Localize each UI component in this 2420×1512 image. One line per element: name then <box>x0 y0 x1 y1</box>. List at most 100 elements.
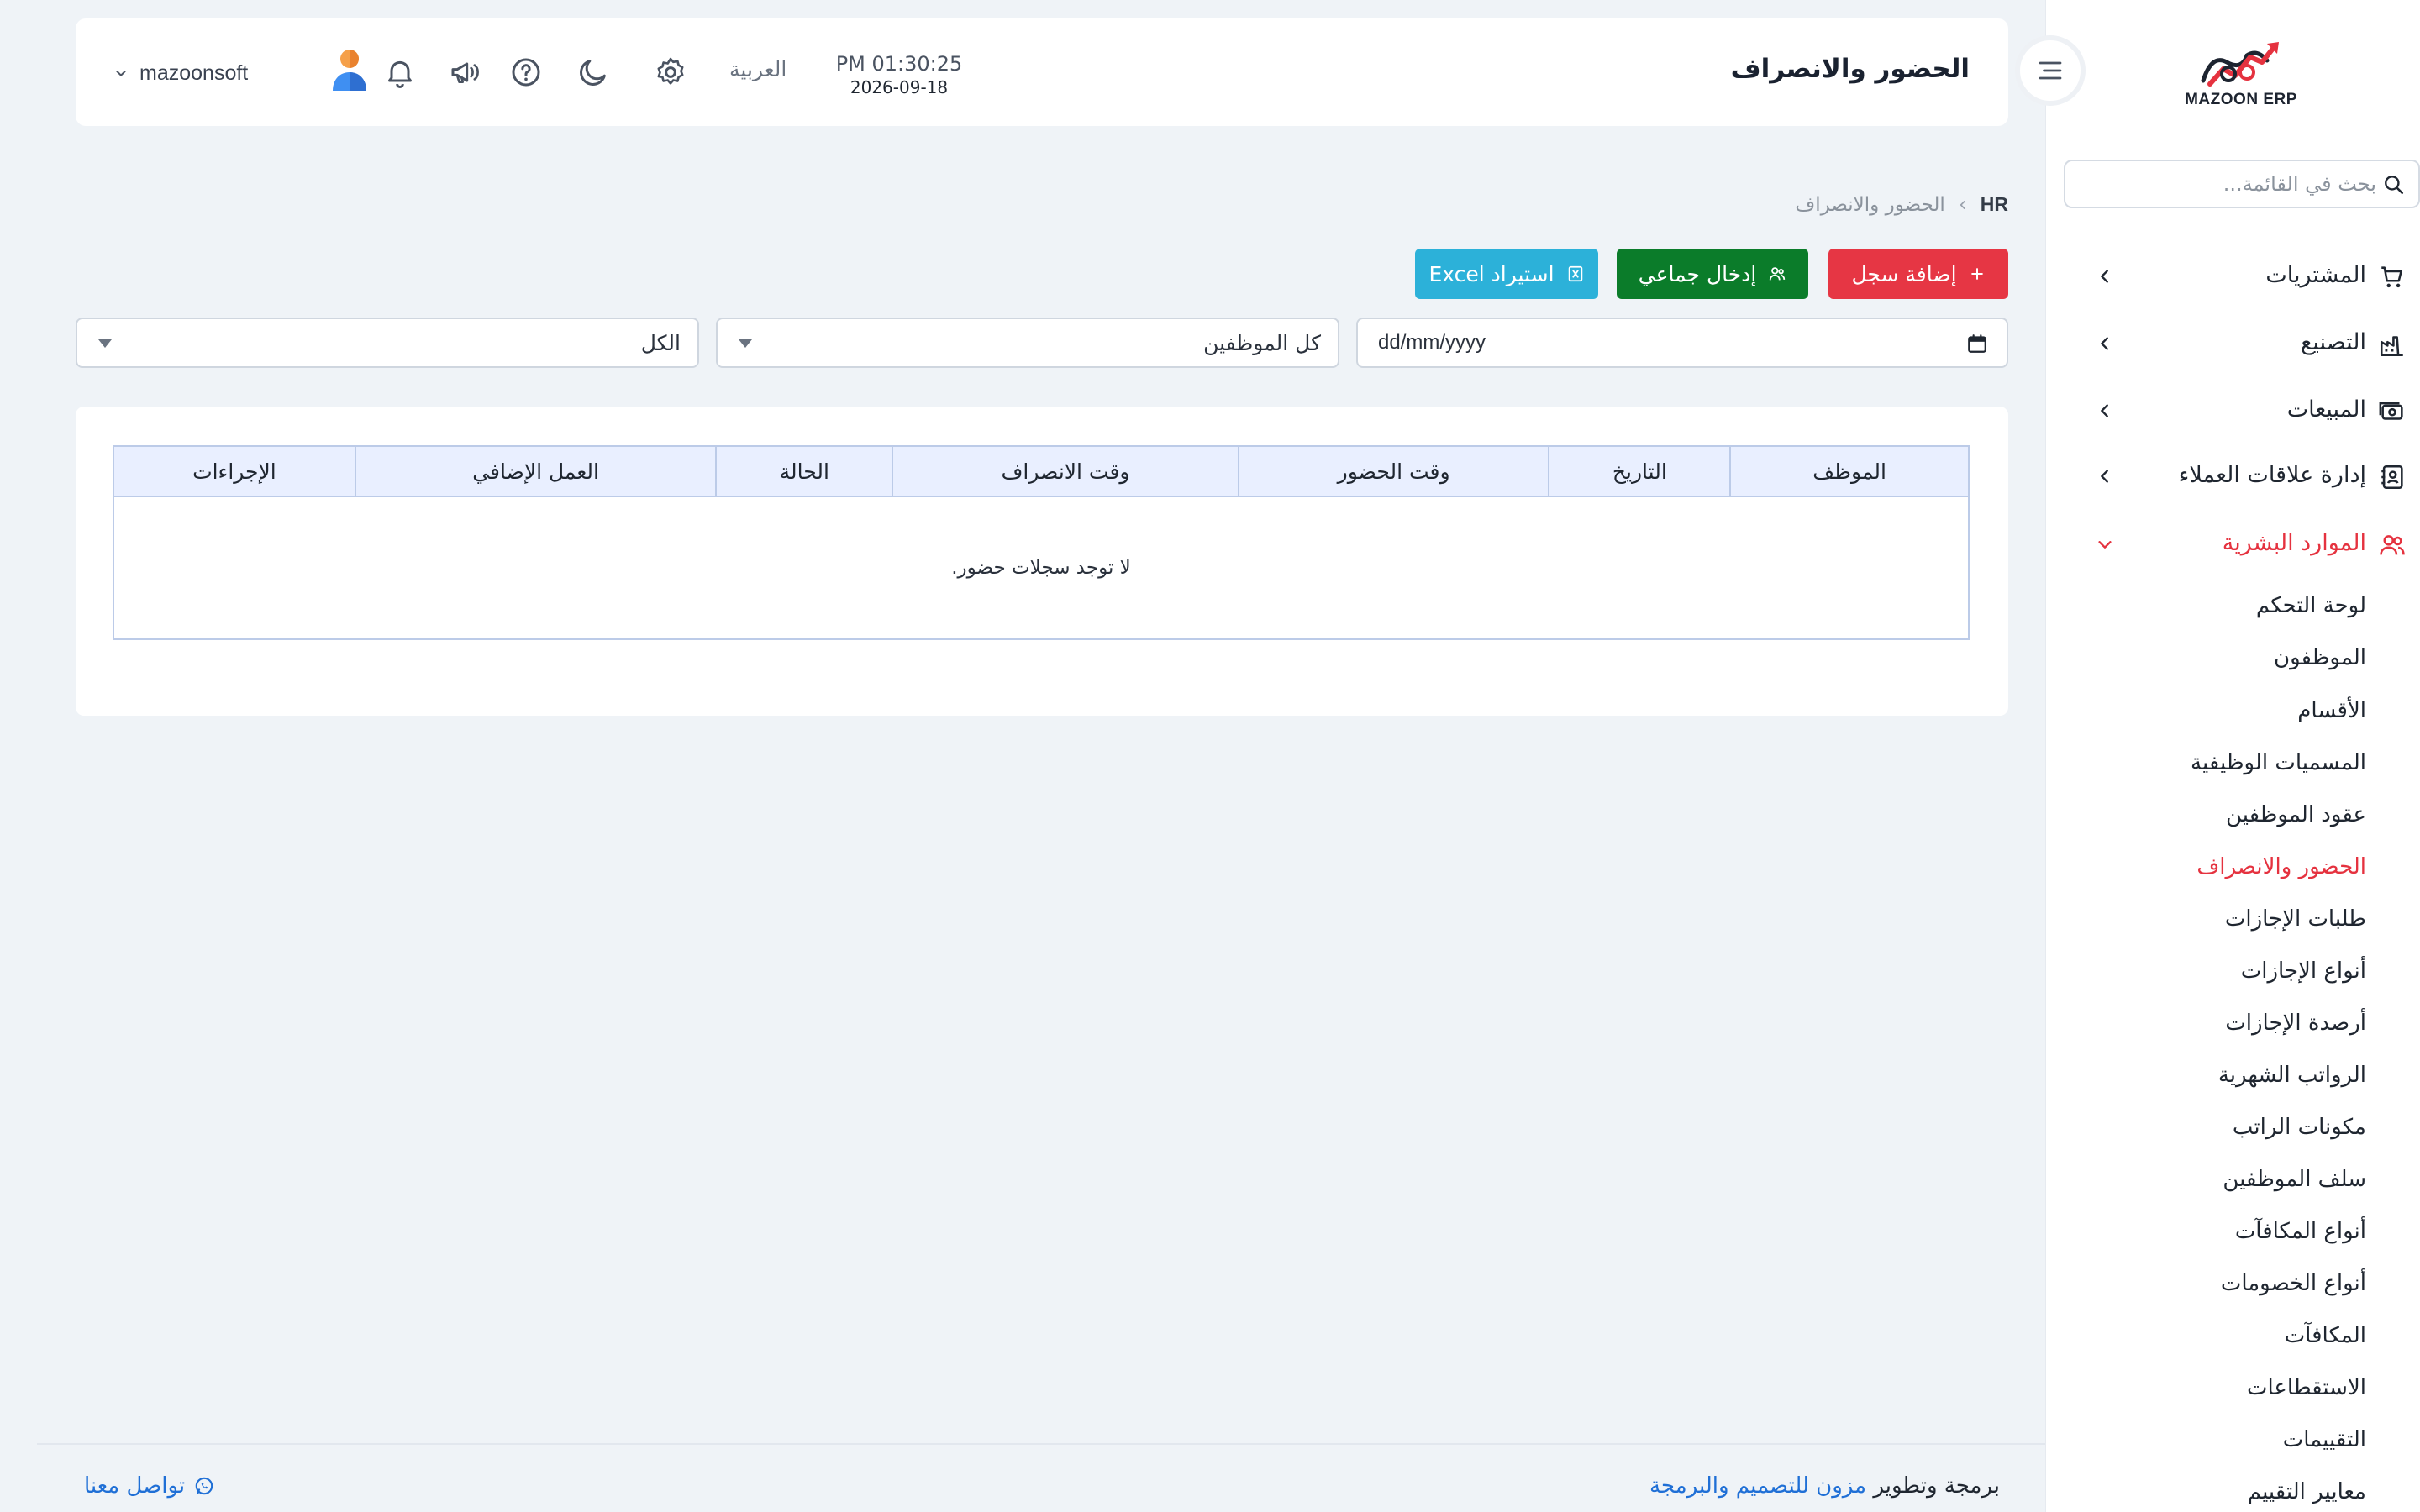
clock: PM 01:30:25 2026-09-18 <box>832 52 966 97</box>
employee-filter-value: كل الموظفين <box>1203 330 1321 355</box>
add-record-label: إضافة سجل <box>1851 261 1957 286</box>
bulk-entry-button[interactable]: إدخال جماعي <box>1617 249 1808 299</box>
sidebar-sub-departments[interactable]: الأقسام <box>2297 690 2366 731</box>
sidebar-sub-leave-types[interactable]: أنواع الإجازات <box>2241 951 2366 991</box>
sidebar-sub-contracts[interactable]: عقود الموظفين <box>2226 795 2366 835</box>
footer-credit: برمجة وتطوير مزون للتصميم والبرمجة <box>1649 1473 2000 1499</box>
footer-company-link[interactable]: مزون للتصميم والبرمجة <box>1649 1473 1866 1499</box>
sidebar-sub-payroll[interactable]: الرواتب الشهرية <box>2218 1055 2366 1095</box>
contact-us-label: تواصل معنا <box>84 1473 186 1499</box>
sidebar-sub-advances[interactable]: سلف الموظفين <box>2223 1159 2366 1200</box>
sidebar-sub-bonus-types[interactable]: أنواع المكافآت <box>2235 1211 2366 1252</box>
sidebar-sub-leave-balances[interactable]: أرصدة الإجازات <box>2225 1003 2366 1043</box>
chevron-down-icon <box>116 71 126 76</box>
attendance-table: الموظف التاريخ وقت الحضور وقت الانصراف ا… <box>113 445 1970 640</box>
sidebar-sub-bonuses[interactable]: المكافآت <box>2285 1315 2366 1356</box>
sidebar-sub-employees[interactable]: الموظفون <box>2274 638 2366 678</box>
contacts-icon <box>2381 465 2403 490</box>
excel-file-icon <box>1568 265 1582 282</box>
sidebar-sub-job-titles[interactable]: المسميات الوظيفية <box>2191 743 2366 783</box>
sidebar-sub-dashboard[interactable]: لوحة التحكم <box>2256 585 2366 626</box>
sidebar-sub-evaluation-criteria[interactable]: معايير التقييم <box>2248 1472 2366 1512</box>
user-name: mazoonsoft <box>139 60 249 85</box>
column-check-out[interactable]: وقت الانصراف <box>892 446 1239 497</box>
chevron-left-icon <box>2101 337 2108 350</box>
sidebar-item-label: المبيعات <box>2286 396 2366 423</box>
sidebar-item-label: التصنيع <box>2301 329 2366 355</box>
breadcrumb: HR الحضور والانصراف <box>1795 193 2008 216</box>
bell-icon[interactable] <box>383 55 417 89</box>
sidebar-toggle-button[interactable] <box>2015 35 2086 106</box>
sidebar-sub-deduction-types[interactable]: أنواع الخصومات <box>2221 1263 2366 1304</box>
breadcrumb-root[interactable]: HR <box>1981 193 2008 216</box>
footer-credit-prefix: برمجة وتطوير <box>1873 1473 2000 1499</box>
megaphone-icon[interactable] <box>449 55 482 89</box>
date-filter-placeholder: dd/mm/yyyy <box>1378 331 1486 354</box>
sidebar-sub-evaluations[interactable]: التقييمات <box>2283 1420 2366 1460</box>
sidebar-item-manufacturing[interactable]: التصنيع <box>2046 318 2420 370</box>
column-status[interactable]: الحالة <box>715 446 893 497</box>
gear-icon[interactable] <box>654 55 687 89</box>
table-header-row: الموظف التاريخ وقت الحضور وقت الانصراف ا… <box>113 446 1969 497</box>
plus-icon <box>1970 268 1983 280</box>
brand-name: MAZOON ERP <box>2185 91 2297 108</box>
clock-date: 2026-09-18 <box>850 77 949 97</box>
column-check-in[interactable]: وقت الحضور <box>1237 446 1549 497</box>
sidebar-sub-attendance[interactable]: الحضور والانصراف <box>2196 847 2366 887</box>
chevron-down-icon <box>2098 541 2112 549</box>
table-empty-row: لا توجد سجلات حضور. <box>113 496 1969 639</box>
cash-icon <box>2379 402 2403 420</box>
whatsapp-icon <box>195 1477 213 1495</box>
import-excel-label: استيراد Excel <box>1428 261 1555 286</box>
employee-filter-select[interactable]: كل الموظفين <box>716 318 1339 368</box>
sidebar-item-hr[interactable]: الموارد البشرية <box>2046 518 2420 570</box>
sidebar-sub-leave-requests[interactable]: طلبات الإجازات <box>2225 899 2366 939</box>
footer-divider <box>37 1443 2045 1445</box>
brand-logo[interactable]: MAZOON ERP <box>2178 37 2304 113</box>
contact-us-link[interactable]: تواصل معنا <box>84 1473 215 1499</box>
chevron-left-icon <box>1960 200 1965 209</box>
help-icon[interactable] <box>509 55 543 89</box>
column-overtime[interactable]: العمل الإضافي <box>354 446 717 497</box>
status-filter-select[interactable]: الكل <box>76 318 699 368</box>
menu-search <box>2064 160 2420 208</box>
status-filter-value: الكل <box>640 330 681 355</box>
chevron-left-icon <box>2101 270 2108 283</box>
empty-state-message: لا توجد سجلات حضور. <box>951 557 1131 579</box>
sidebar-item-label: إدارة علاقات العملاء <box>2178 462 2366 488</box>
search-icon <box>2385 176 2404 195</box>
breadcrumb-current: الحضور والانصراف <box>1795 193 1945 216</box>
chevron-left-icon <box>2101 404 2108 417</box>
user-menu[interactable]: mazoonsoft <box>114 50 366 94</box>
column-employee[interactable]: الموظف <box>1729 446 1969 497</box>
sidebar-item-label: الموارد البشرية <box>2222 530 2366 556</box>
clock-time: PM 01:30:25 <box>835 52 963 76</box>
factory-icon <box>2380 336 2403 357</box>
menu-icon <box>2039 61 2062 80</box>
calendar-icon <box>1968 334 1986 353</box>
users-icon <box>2380 535 2405 555</box>
moon-icon[interactable] <box>576 55 610 89</box>
avatar <box>333 50 366 91</box>
sidebar-item-crm[interactable]: إدارة علاقات العملاء <box>2046 450 2420 502</box>
users-icon <box>1770 267 1786 281</box>
column-date[interactable]: التاريخ <box>1548 446 1731 497</box>
language-switch[interactable]: العربية <box>729 57 786 81</box>
sidebar-sub-salary-components[interactable]: مكونات الراتب <box>2233 1107 2366 1147</box>
sidebar-item-label: المشتريات <box>2265 262 2366 288</box>
menu-search-input[interactable] <box>2099 172 2376 196</box>
import-excel-button[interactable]: استيراد Excel <box>1415 249 1598 299</box>
date-filter-input[interactable]: dd/mm/yyyy <box>1356 318 2008 368</box>
cart-icon <box>2381 266 2402 288</box>
page-title: الحضور والانصراف <box>1730 54 1970 84</box>
sidebar-item-purchases[interactable]: المشتريات <box>2046 250 2420 302</box>
sidebar-item-sales[interactable]: المبيعات <box>2046 385 2420 437</box>
add-record-button[interactable]: إضافة سجل <box>1828 249 2008 299</box>
caret-down-icon <box>98 339 112 348</box>
topbar: الحضور والانصراف PM 01:30:25 2026-09-18 … <box>76 18 2008 126</box>
caret-down-icon <box>739 339 752 348</box>
sidebar-sub-deductions[interactable]: الاستقطاعات <box>2247 1368 2366 1408</box>
chevron-left-icon <box>2101 470 2108 483</box>
attendance-card: الموظف التاريخ وقت الحضور وقت الانصراف ا… <box>76 407 2008 716</box>
bulk-entry-label: إدخال جماعي <box>1638 261 1757 286</box>
